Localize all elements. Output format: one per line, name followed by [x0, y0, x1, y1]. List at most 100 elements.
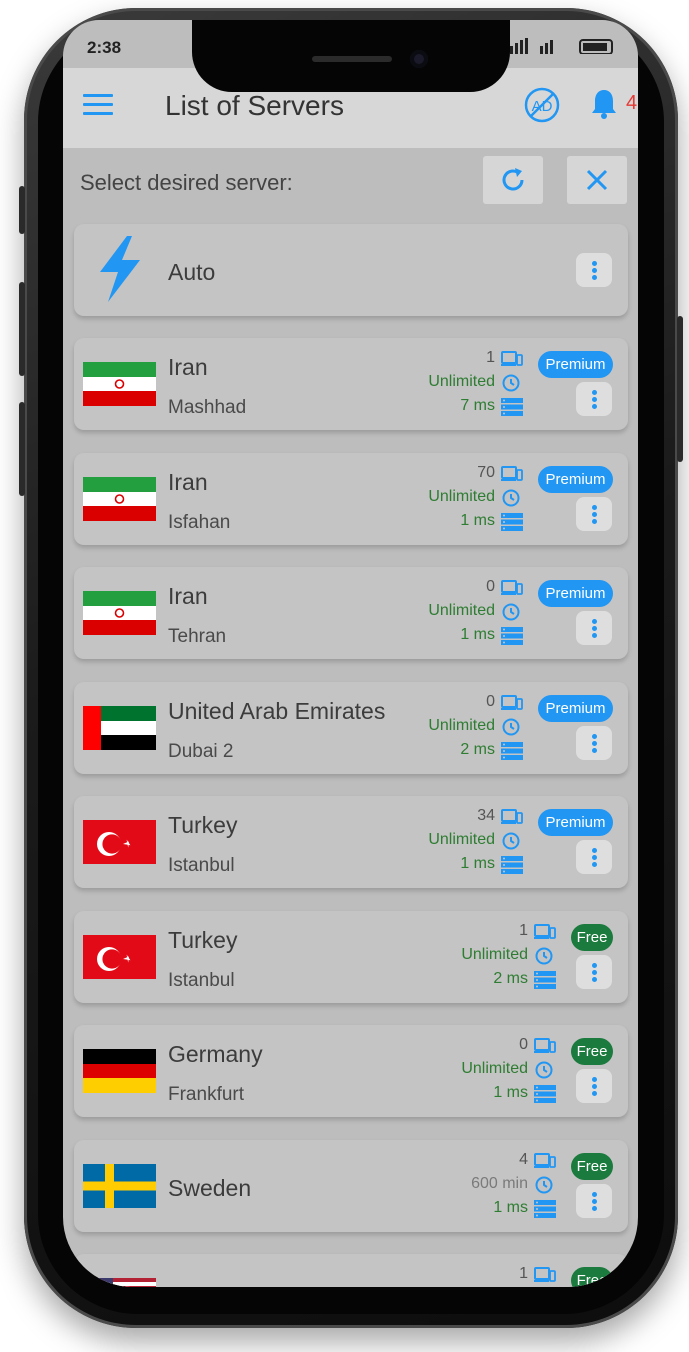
server-users: 1	[519, 1265, 528, 1282]
more-options-button[interactable]	[576, 1183, 612, 1218]
server-item[interactable]: Iran Isfahan 70 Unlimited 1 ms Premium	[74, 452, 628, 545]
tier-badge: Premium	[538, 580, 613, 607]
tier-badge: Premium	[538, 351, 613, 378]
server-item[interactable]: Iran Tehran 0 Unlimited 1 ms Premium	[74, 567, 628, 659]
more-options-button[interactable]	[576, 382, 612, 416]
tier-badge: Premium	[538, 465, 613, 493]
server-icon	[534, 970, 556, 989]
bell-icon[interactable]	[590, 88, 618, 120]
server-icon	[534, 1085, 556, 1103]
more-options-button[interactable]	[576, 725, 612, 760]
server-ping: 1 ms	[460, 626, 495, 643]
sweden-flag-icon	[83, 1163, 156, 1208]
more-vert-icon	[592, 504, 597, 510]
more-options-button[interactable]	[576, 496, 612, 531]
server-item[interactable]: Turkey Istanbul 1 Unlimited 2 ms Free	[74, 910, 628, 1003]
server-item-auto[interactable]: Auto	[74, 224, 628, 316]
ad-block-icon[interactable]: AD	[523, 86, 561, 124]
devices-icon	[501, 694, 523, 712]
close-icon	[586, 169, 608, 191]
server-stats: 34 Unlimited 1 ms	[373, 807, 523, 877]
server-users: 0	[486, 578, 495, 595]
server-city: Isfahan	[168, 511, 231, 533]
notification-count: 4	[626, 92, 638, 114]
devices-icon	[534, 1152, 556, 1170]
more-options-button[interactable]	[576, 840, 612, 874]
clock-icon	[501, 718, 523, 736]
server-time-limit: Unlimited	[428, 716, 495, 734]
close-button[interactable]	[567, 156, 627, 204]
page-title: List of Servers	[165, 90, 344, 121]
usa-flag-icon	[83, 1278, 156, 1287]
server-item[interactable]: Sweden 4 600 min 1 ms Free	[74, 1139, 628, 1232]
more-options-button[interactable]	[576, 954, 612, 989]
iran-flag-icon	[83, 362, 156, 406]
server-item[interactable]: United Arab Emirates Dubai 2 0 Unlimited 2 m…	[74, 681, 628, 774]
earpiece-speaker	[312, 56, 392, 62]
server-time-limit: Unlimited	[428, 487, 495, 505]
server-users: 4	[519, 1150, 528, 1168]
devices-icon	[534, 1266, 556, 1284]
more-options-button[interactable]	[576, 253, 612, 287]
server-time-limit: Unlimited	[428, 602, 495, 619]
server-ping: 1 ms	[493, 1084, 528, 1101]
clock-icon	[501, 374, 523, 392]
devices-icon	[501, 350, 523, 368]
server-city: Istanbul	[168, 855, 235, 876]
tier-badge: Free	[571, 1267, 613, 1287]
germany-flag-icon	[83, 1049, 156, 1093]
server-ping: 1 ms	[460, 855, 495, 872]
more-options-button[interactable]	[576, 1069, 612, 1103]
server-country: Turkey	[168, 812, 238, 838]
server-stats: 1	[406, 1265, 556, 1287]
status-time: 2:38	[87, 38, 122, 57]
select-server-label: Select desired server:	[80, 170, 293, 195]
more-vert-icon	[592, 619, 597, 624]
more-vert-icon	[592, 1077, 597, 1082]
server-ping: 2 ms	[493, 969, 528, 987]
devices-icon	[534, 923, 556, 941]
server-country: Sweden	[168, 1174, 252, 1201]
server-country: United Arab Emirates	[168, 697, 386, 724]
devices-icon	[501, 808, 523, 826]
server-stats: 70 Unlimited 1 ms	[373, 464, 523, 534]
clock-icon	[534, 1176, 556, 1194]
server-city: Tehran	[168, 626, 227, 647]
bolt-icon	[100, 236, 140, 302]
phone-volume-up	[19, 282, 25, 376]
more-options-button[interactable]	[576, 611, 612, 645]
server-users: 0	[486, 692, 495, 710]
server-item[interactable]: Germany Frankfurt 0 Unlimited 1 ms Free	[74, 1025, 628, 1117]
server-stats: 1 Unlimited 7 ms	[373, 349, 523, 419]
phone-mute-switch	[19, 186, 25, 234]
more-vert-icon	[592, 1191, 597, 1197]
server-city: Frankfurt	[168, 1084, 245, 1105]
server-ping: 1 ms	[493, 1198, 528, 1216]
status-icons	[510, 38, 613, 54]
server-users: 1	[519, 921, 528, 939]
server-item[interactable]: United States1Free	[74, 1254, 628, 1287]
server-time-limit: Unlimited	[461, 945, 528, 963]
menu-icon[interactable]	[83, 94, 113, 116]
server-item[interactable]: Turkey Istanbul 34 Unlimited 1 ms Premium	[74, 796, 628, 888]
server-icon	[501, 856, 523, 874]
server-item[interactable]: Iran Mashhad 1 Unlimited 7 ms Premium	[74, 338, 628, 430]
phone-volume-down	[19, 402, 25, 496]
server-icon	[501, 741, 523, 760]
clock-icon	[501, 489, 523, 507]
server-time-limit: Unlimited	[428, 373, 495, 390]
turkey-flag-icon	[83, 934, 156, 979]
uae-flag-icon	[83, 705, 156, 750]
devices-icon	[501, 579, 523, 597]
server-ping: 1 ms	[460, 511, 495, 529]
server-ping: 7 ms	[460, 397, 495, 414]
more-vert-icon	[592, 848, 597, 853]
more-vert-icon	[592, 962, 597, 968]
refresh-button[interactable]	[483, 156, 543, 204]
server-country: Iran	[168, 583, 208, 609]
tier-badge: Free	[571, 923, 613, 951]
refresh-icon	[502, 168, 524, 191]
app-screen: 2:38 List of Servers AD 4 Select desired…	[63, 20, 638, 1287]
phone-power-button	[677, 316, 683, 462]
server-icon	[501, 627, 523, 645]
